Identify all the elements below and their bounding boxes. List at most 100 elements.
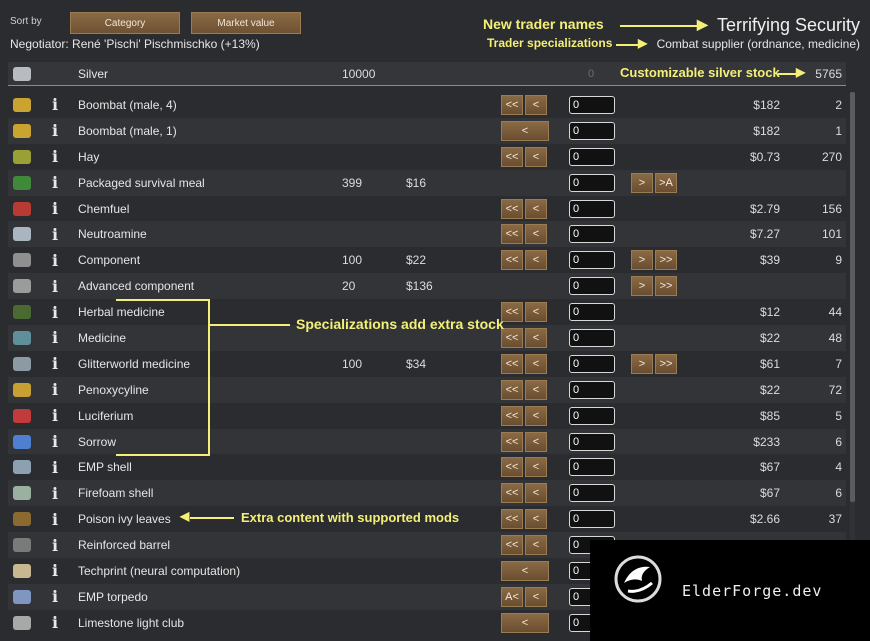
- buy-button[interactable]: <<: [501, 431, 523, 452]
- trade-amount-input[interactable]: [569, 458, 615, 477]
- buy-button[interactable]: <: [525, 198, 547, 219]
- info-icon[interactable]: i: [48, 403, 62, 429]
- buy-button[interactable]: <: [525, 586, 547, 607]
- buy-one-button[interactable]: <: [501, 560, 549, 581]
- buy-button[interactable]: <: [525, 431, 547, 452]
- colony-qty: [342, 403, 382, 429]
- dragon-logo-icon: [614, 555, 662, 603]
- buy-buttons: << <: [501, 325, 553, 351]
- trade-amount-input[interactable]: [569, 173, 615, 192]
- scrollbar-thumb[interactable]: [850, 92, 855, 502]
- buy-button[interactable]: <: [525, 535, 547, 556]
- info-icon[interactable]: i: [48, 247, 62, 273]
- info-icon[interactable]: i: [48, 610, 62, 636]
- info-icon[interactable]: i: [48, 351, 62, 377]
- colony-qty: 100: [342, 253, 363, 268]
- info-icon[interactable]: i: [48, 325, 62, 351]
- buy-button[interactable]: <<: [501, 250, 523, 271]
- buy-button[interactable]: <: [525, 250, 547, 271]
- buy-button[interactable]: <<: [501, 483, 523, 504]
- buy-button[interactable]: A<: [501, 586, 523, 607]
- buy-button[interactable]: <: [525, 483, 547, 504]
- trade-amount-input[interactable]: [569, 510, 615, 529]
- buy-button[interactable]: <: [525, 146, 547, 167]
- buy-button[interactable]: <<: [501, 198, 523, 219]
- info-icon[interactable]: i: [48, 299, 62, 325]
- buy-one-button[interactable]: <: [501, 120, 549, 141]
- info-icon[interactable]: i: [48, 170, 62, 196]
- trade-amount-input[interactable]: [569, 406, 615, 425]
- info-icon[interactable]: i: [48, 558, 62, 584]
- annotation-specializations-extra: Specializations add extra stock: [296, 316, 504, 332]
- info-icon[interactable]: i: [48, 196, 62, 222]
- sell-button[interactable]: >: [631, 172, 653, 193]
- trade-amount-field: [569, 170, 617, 196]
- info-icon[interactable]: i: [48, 377, 62, 403]
- trade-amount-input[interactable]: [569, 303, 615, 322]
- buy-button[interactable]: <: [525, 327, 547, 348]
- table-row: i Boombat (male, 1) < $182 1: [8, 117, 846, 144]
- penoxycyline-icon: [10, 377, 34, 403]
- trade-amount-input[interactable]: [569, 380, 615, 399]
- info-icon[interactable]: i: [48, 454, 62, 480]
- info-icon[interactable]: i: [48, 118, 62, 144]
- trade-amount-input[interactable]: [569, 147, 615, 166]
- sell-button[interactable]: >>: [655, 250, 677, 271]
- item-name: Reinforced barrel: [78, 538, 171, 553]
- trader-price: $182: [753, 123, 780, 138]
- trade-amount-input[interactable]: [569, 277, 615, 296]
- buy-one-button[interactable]: <: [501, 612, 549, 633]
- buy-button[interactable]: <<: [501, 224, 523, 245]
- sell-button[interactable]: >: [631, 353, 653, 374]
- buy-button[interactable]: <<: [501, 535, 523, 556]
- trade-amount-input[interactable]: [569, 251, 615, 270]
- emp-torpedo-icon: [10, 584, 34, 610]
- sell-button[interactable]: >>: [655, 353, 677, 374]
- buy-button[interactable]: <: [525, 94, 547, 115]
- trade-amount-input[interactable]: [569, 121, 615, 140]
- info-icon[interactable]: i: [48, 144, 62, 170]
- buy-button[interactable]: <<: [501, 457, 523, 478]
- info-icon[interactable]: i: [48, 506, 62, 532]
- sort-market-value-button[interactable]: Market value: [191, 12, 301, 34]
- buy-button[interactable]: <<: [501, 94, 523, 115]
- trade-amount-input[interactable]: [569, 328, 615, 347]
- buy-button[interactable]: <<: [501, 353, 523, 374]
- buy-button[interactable]: <: [525, 224, 547, 245]
- info-icon[interactable]: i: [48, 221, 62, 247]
- info-icon[interactable]: i: [48, 532, 62, 558]
- sell-button[interactable]: >A: [655, 172, 677, 193]
- trade-amount-input[interactable]: [569, 95, 615, 114]
- trade-amount-input[interactable]: [569, 225, 615, 244]
- sell-button[interactable]: >: [631, 276, 653, 297]
- sort-category-button[interactable]: Category: [70, 12, 180, 34]
- info-icon[interactable]: i: [48, 273, 62, 299]
- info-icon[interactable]: i: [48, 429, 62, 455]
- info-icon[interactable]: i: [48, 92, 62, 118]
- buy-button[interactable]: <: [525, 405, 547, 426]
- buy-button[interactable]: <<: [501, 146, 523, 167]
- buy-button[interactable]: <<: [501, 302, 523, 323]
- buy-button[interactable]: <<: [501, 379, 523, 400]
- sell-button[interactable]: >: [631, 250, 653, 271]
- info-icon[interactable]: i: [48, 480, 62, 506]
- buy-buttons: <: [501, 558, 553, 584]
- table-row: i Component 100 $22 <<< >>> $39 9: [8, 247, 846, 273]
- trade-amount-input[interactable]: [569, 484, 615, 503]
- buy-buttons: [501, 273, 553, 299]
- trade-amount-input[interactable]: [569, 432, 615, 451]
- buy-button[interactable]: <<: [501, 405, 523, 426]
- sell-button[interactable]: >>: [655, 276, 677, 297]
- trade-amount-input[interactable]: [569, 199, 615, 218]
- trader-qty: 7: [835, 356, 842, 371]
- buy-button[interactable]: <: [525, 379, 547, 400]
- buy-button[interactable]: <<: [501, 509, 523, 530]
- buy-button[interactable]: <: [525, 457, 547, 478]
- info-icon[interactable]: i: [48, 584, 62, 610]
- buy-buttons: <: [501, 610, 553, 636]
- buy-button[interactable]: <<: [501, 327, 523, 348]
- trade-amount-input[interactable]: [569, 354, 615, 373]
- buy-button[interactable]: <: [525, 509, 547, 530]
- buy-button[interactable]: <: [525, 353, 547, 374]
- buy-button[interactable]: <: [525, 302, 547, 323]
